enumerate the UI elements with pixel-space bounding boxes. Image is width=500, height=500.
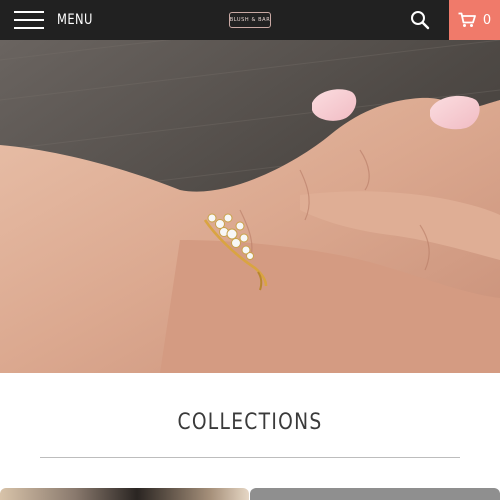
hero-banner-image[interactable] — [0, 40, 500, 373]
menu-label: MENU — [57, 12, 93, 28]
hero-ring-photo — [0, 40, 500, 373]
search-button[interactable] — [406, 6, 434, 34]
section-divider — [40, 457, 460, 458]
collection-tile[interactable] — [250, 488, 500, 500]
site-header: MENU BLUSH & BAR 0 — [0, 0, 500, 40]
search-icon — [411, 11, 430, 30]
collection-tile[interactable] — [0, 488, 249, 500]
menu-toggle-button[interactable]: MENU — [14, 8, 101, 32]
shopping-cart-icon — [458, 12, 476, 27]
cart-button[interactable]: 0 — [449, 0, 500, 40]
hamburger-icon — [14, 9, 44, 31]
cart-count: 0 — [482, 12, 492, 28]
collections-heading: COLLECTIONS — [177, 410, 323, 435]
site-logo[interactable]: BLUSH & BAR — [229, 12, 271, 28]
logo-text: BLUSH & BAR — [229, 17, 271, 23]
